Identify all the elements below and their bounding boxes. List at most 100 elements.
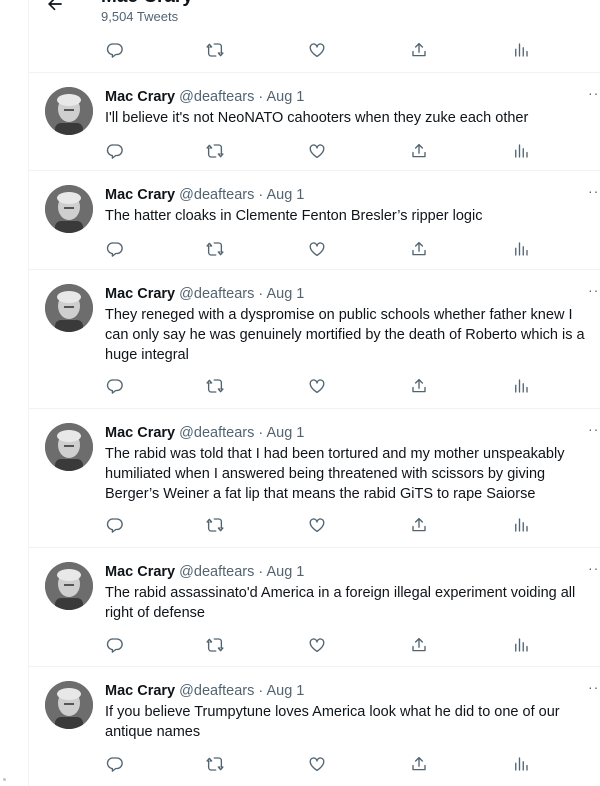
like-button[interactable] [307, 754, 327, 774]
retweet-button[interactable] [205, 754, 225, 774]
display-name[interactable]: Mac Crary [105, 425, 175, 441]
tweet[interactable]: Mac Crary @deaftears · Aug 1 ··· They re… [29, 270, 600, 409]
tweet-date[interactable]: Aug 1 [266, 683, 304, 699]
tweet[interactable]: Mac Crary @deaftears · Aug 1 ··· I'll be… [29, 72, 600, 171]
tweet-actions [105, 515, 528, 535]
tweet-date[interactable]: Aug 1 [266, 89, 304, 105]
reply-button[interactable] [105, 141, 125, 161]
handle[interactable]: @deaftears [179, 425, 254, 441]
reply-button[interactable] [105, 239, 125, 259]
reply-icon [106, 379, 123, 394]
reply-button[interactable] [105, 40, 125, 60]
retweet-button[interactable] [205, 635, 225, 655]
analytics-button[interactable] [511, 239, 531, 259]
tweet[interactable]: Mac Crary @deaftears · Aug 1 ··· If you … [29, 667, 600, 786]
tweet-date[interactable]: Aug 1 [266, 187, 304, 203]
reply-icon [106, 638, 123, 653]
tweet-date[interactable]: Aug 1 [266, 286, 304, 302]
analytics-button[interactable] [511, 754, 531, 774]
analytics-button[interactable] [511, 40, 531, 60]
share-button[interactable] [409, 141, 429, 161]
like-button[interactable] [307, 239, 327, 259]
share-button[interactable] [409, 515, 429, 535]
avatar[interactable] [45, 284, 93, 332]
tweet-date[interactable]: Aug 1 [266, 564, 304, 580]
analytics-button[interactable] [511, 141, 531, 161]
more-icon[interactable]: ··· [588, 421, 600, 437]
share-button[interactable] [409, 40, 429, 60]
more-icon[interactable]: ··· [588, 85, 600, 101]
analytics-icon [515, 242, 528, 256]
profile-name: Mac Crary [101, 0, 193, 8]
like-button[interactable] [307, 635, 327, 655]
share-icon [412, 241, 426, 256]
separator: · [258, 286, 264, 302]
retweet-button[interactable] [205, 239, 225, 259]
display-name[interactable]: Mac Crary [105, 564, 175, 580]
tweet[interactable]: Mac Crary @deaftears · Aug 1 ··· The hat… [29, 171, 600, 270]
avatar[interactable] [45, 87, 93, 135]
handle[interactable]: @deaftears [179, 89, 254, 105]
reply-icon [106, 518, 123, 533]
like-button[interactable] [307, 515, 327, 535]
share-button[interactable] [409, 635, 429, 655]
share-button[interactable] [409, 754, 429, 774]
back-button[interactable] [41, 0, 69, 18]
more-icon[interactable]: ··· [588, 560, 600, 576]
share-button[interactable] [409, 376, 429, 396]
like-button[interactable] [307, 141, 327, 161]
handle[interactable]: @deaftears [179, 187, 254, 203]
avatar[interactable] [45, 185, 93, 233]
share-icon [412, 143, 426, 158]
analytics-icon [515, 757, 528, 771]
like-icon [309, 379, 325, 394]
profile-header: Mac Crary 9,504 Tweets [29, 0, 600, 72]
retweet-button[interactable] [205, 40, 225, 60]
reply-icon [106, 43, 123, 58]
more-icon[interactable]: ··· [588, 679, 600, 695]
avatar[interactable] [45, 423, 93, 471]
display-name[interactable]: Mac Crary [105, 187, 175, 203]
retweet-button[interactable] [205, 376, 225, 396]
tweet[interactable]: Mac Crary @deaftears · Aug 1 ··· The rab… [29, 409, 600, 548]
analytics-button[interactable] [511, 515, 531, 535]
retweet-button[interactable] [205, 515, 225, 535]
analytics-button[interactable] [511, 635, 531, 655]
display-name[interactable]: Mac Crary [105, 89, 175, 105]
like-button[interactable] [307, 40, 327, 60]
reply-button[interactable] [105, 515, 125, 535]
edge-mark [3, 778, 6, 781]
avatar[interactable] [45, 562, 93, 610]
like-icon [309, 144, 325, 159]
avatar[interactable] [45, 681, 93, 729]
like-icon [309, 518, 325, 533]
handle[interactable]: @deaftears [179, 286, 254, 302]
tweet-header: Mac Crary @deaftears · Aug 1 [105, 562, 304, 582]
retweet-button[interactable] [205, 141, 225, 161]
share-icon [412, 42, 426, 57]
analytics-icon [515, 638, 528, 652]
display-name[interactable]: Mac Crary [105, 683, 175, 699]
reply-button[interactable] [105, 754, 125, 774]
tweet-actions [105, 376, 528, 396]
display-name[interactable]: Mac Crary [105, 286, 175, 302]
handle[interactable]: @deaftears [179, 683, 254, 699]
more-icon[interactable]: ··· [588, 282, 600, 298]
tweet-text: The rabid was told that I had been tortu… [105, 446, 565, 502]
tweet[interactable]: Mac Crary @deaftears · Aug 1 ··· The rab… [29, 548, 600, 667]
retweet-icon [206, 757, 224, 771]
share-icon [412, 517, 426, 532]
analytics-icon [515, 144, 528, 158]
handle[interactable]: @deaftears [179, 564, 254, 580]
analytics-button[interactable] [511, 376, 531, 396]
retweet-icon [206, 43, 224, 57]
share-button[interactable] [409, 239, 429, 259]
tweet-date[interactable]: Aug 1 [266, 425, 304, 441]
like-button[interactable] [307, 376, 327, 396]
share-icon [412, 637, 426, 652]
more-icon[interactable]: ··· [588, 183, 600, 199]
reply-button[interactable] [105, 635, 125, 655]
analytics-icon [515, 43, 528, 57]
reply-button[interactable] [105, 376, 125, 396]
tweet-actions [105, 40, 528, 60]
